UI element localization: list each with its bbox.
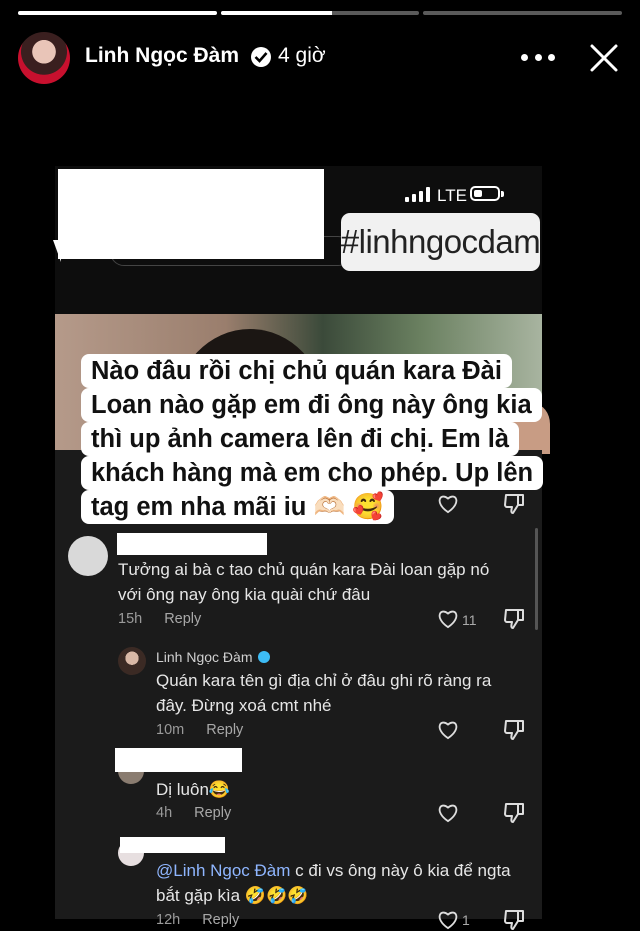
- heart-icon[interactable]: [437, 720, 459, 740]
- comment-time: 10m Reply: [156, 722, 244, 738]
- comment-time: 12h Reply: [156, 912, 240, 928]
- like-count: 1: [462, 912, 470, 928]
- mention-link[interactable]: @Linh Ngọc Đàm: [156, 861, 290, 880]
- dislike-icon[interactable]: [504, 719, 524, 741]
- caption-line: tag em nha mãi iu 🫶🏻 🥰: [81, 490, 395, 524]
- close-icon[interactable]: [589, 43, 619, 73]
- caption-line: thì up ảnh camera lên đi chị. Em là: [81, 422, 520, 456]
- avatar[interactable]: [68, 536, 108, 576]
- dislike-icon[interactable]: [504, 493, 524, 515]
- reply-button[interactable]: Reply: [164, 611, 201, 627]
- comment-text: @Linh Ngọc Đàm c đi vs ông này ô kia để …: [156, 861, 511, 880]
- heart-icon[interactable]: [437, 494, 459, 514]
- dislike-icon[interactable]: [504, 608, 524, 630]
- story-user-name[interactable]: Linh Ngọc Đàm: [85, 44, 239, 68]
- caption-line: Loan nào gặp em đi ông này ông kia: [81, 388, 542, 422]
- comment-text: Quán kara tên gì địa chỉ ở đâu ghi rõ rà…: [156, 671, 492, 690]
- censor-box: [58, 169, 324, 259]
- comment-text: Dị luôn😂: [156, 780, 231, 799]
- comment-time: 15h Reply: [118, 611, 202, 627]
- battery-icon: [470, 186, 500, 201]
- heart-icon[interactable]: [437, 803, 459, 823]
- verified-icon: [251, 47, 271, 67]
- dislike-icon[interactable]: [504, 802, 524, 824]
- like-count: 11: [462, 612, 477, 628]
- comment-text: Tưởng ai bà c tao chủ quán kara Đài loan…: [118, 560, 490, 579]
- progress-segment-1: [18, 11, 217, 15]
- heart-icon[interactable]: [437, 910, 459, 930]
- story-time: 4 giờ: [278, 44, 326, 67]
- caption-line: Nào đâu rồi chị chủ quán kara Đài: [81, 354, 512, 388]
- progress-segment-3: [423, 11, 623, 15]
- reply-button[interactable]: Reply: [194, 805, 231, 821]
- comment-author: Linh Ngọc Đàm: [156, 649, 270, 665]
- censored-username: [117, 533, 267, 555]
- network-label: LTE: [437, 186, 467, 205]
- verified-icon: [257, 651, 270, 663]
- heart-icon[interactable]: [437, 609, 459, 629]
- avatar[interactable]: [118, 647, 146, 675]
- comment-text: đây. Đừng xoá cmt nhé: [156, 696, 332, 715]
- more-options-icon[interactable]: [521, 45, 555, 69]
- reply-button[interactable]: Reply: [206, 722, 243, 738]
- censored-username: [115, 748, 242, 772]
- progress-segment-2: [220, 11, 420, 15]
- dislike-icon[interactable]: [504, 909, 524, 931]
- comment-text: bắt gặp kìa 🤣🤣🤣: [156, 886, 309, 905]
- story-progress: [18, 11, 623, 15]
- avatar[interactable]: [18, 32, 70, 84]
- hashtag-sticker[interactable]: #linhngocdam: [341, 213, 541, 271]
- reply-button[interactable]: Reply: [202, 912, 239, 928]
- signal-icon: [405, 186, 430, 202]
- comment-text: với ông nay ông kia quài chứ đâu: [118, 585, 371, 604]
- comment-time: 4h Reply: [156, 805, 232, 821]
- caption-line: khách hàng mà em cho phép. Up lên: [81, 456, 544, 490]
- scrollbar[interactable]: [535, 528, 538, 630]
- censored-username: [120, 837, 225, 853]
